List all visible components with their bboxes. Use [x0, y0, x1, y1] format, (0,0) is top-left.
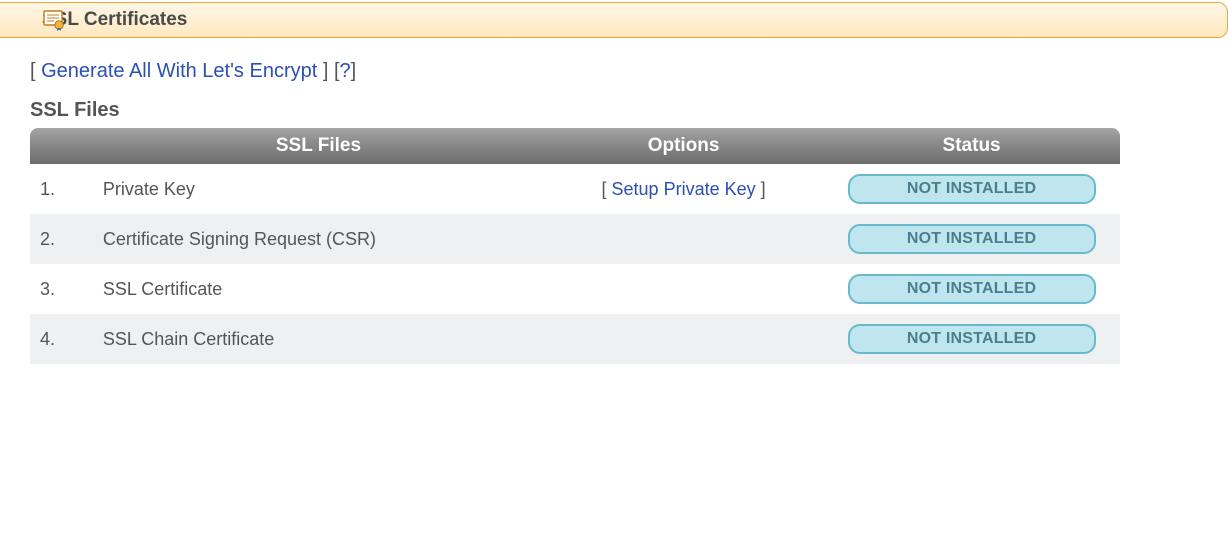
row-number: 3. — [30, 264, 93, 314]
section-title: SSL Files — [0, 83, 1228, 128]
row-options — [544, 214, 823, 264]
table-header-row: SSL Files Options Status — [30, 128, 1120, 164]
table-row: 1. Private Key [ Setup Private Key ] NOT… — [30, 164, 1120, 214]
certificate-icon — [42, 8, 66, 32]
row-options — [544, 264, 823, 314]
col-blank — [30, 128, 93, 164]
status-badge: NOT INSTALLED — [848, 174, 1096, 204]
row-status: NOT INSTALLED — [823, 164, 1120, 214]
col-ssl-files: SSL Files — [93, 128, 544, 164]
col-status: Status — [823, 128, 1120, 164]
row-number: 4. — [30, 314, 93, 364]
table-row: 3. SSL Certificate NOT INSTALLED — [30, 264, 1120, 314]
help-bracket-close: ] — [351, 60, 357, 82]
row-name: SSL Chain Certificate — [93, 314, 544, 364]
row-name: Certificate Signing Request (CSR) — [93, 214, 544, 264]
row-number: 1. — [30, 164, 93, 214]
ssl-files-table: SSL Files Options Status 1. Private Key … — [30, 128, 1120, 364]
row-status: NOT INSTALLED — [823, 264, 1120, 314]
row-status: NOT INSTALLED — [823, 314, 1120, 364]
generate-all-link[interactable]: Generate All With Let's Encrypt — [41, 60, 317, 82]
table-row: 2. Certificate Signing Request (CSR) NOT… — [30, 214, 1120, 264]
row-name: SSL Certificate — [93, 264, 544, 314]
bracket-close: ] — [317, 60, 334, 82]
row-options — [544, 314, 823, 364]
setup-private-key-link[interactable]: Setup Private Key — [612, 179, 756, 199]
row-name: Private Key — [93, 164, 544, 214]
panel-header: SSL Certificates — [0, 2, 1228, 38]
row-status: NOT INSTALLED — [823, 214, 1120, 264]
status-badge: NOT INSTALLED — [848, 224, 1096, 254]
actions-row: [ Generate All With Let's Encrypt ] [?] — [0, 38, 1228, 83]
help-link[interactable]: ? — [340, 60, 351, 82]
row-options: [ Setup Private Key ] — [544, 164, 823, 214]
bracket-open: [ — [30, 60, 41, 82]
table-row: 4. SSL Chain Certificate NOT INSTALLED — [30, 314, 1120, 364]
status-badge: NOT INSTALLED — [848, 274, 1096, 304]
status-badge: NOT INSTALLED — [848, 324, 1096, 354]
col-options: Options — [544, 128, 823, 164]
row-number: 2. — [30, 214, 93, 264]
